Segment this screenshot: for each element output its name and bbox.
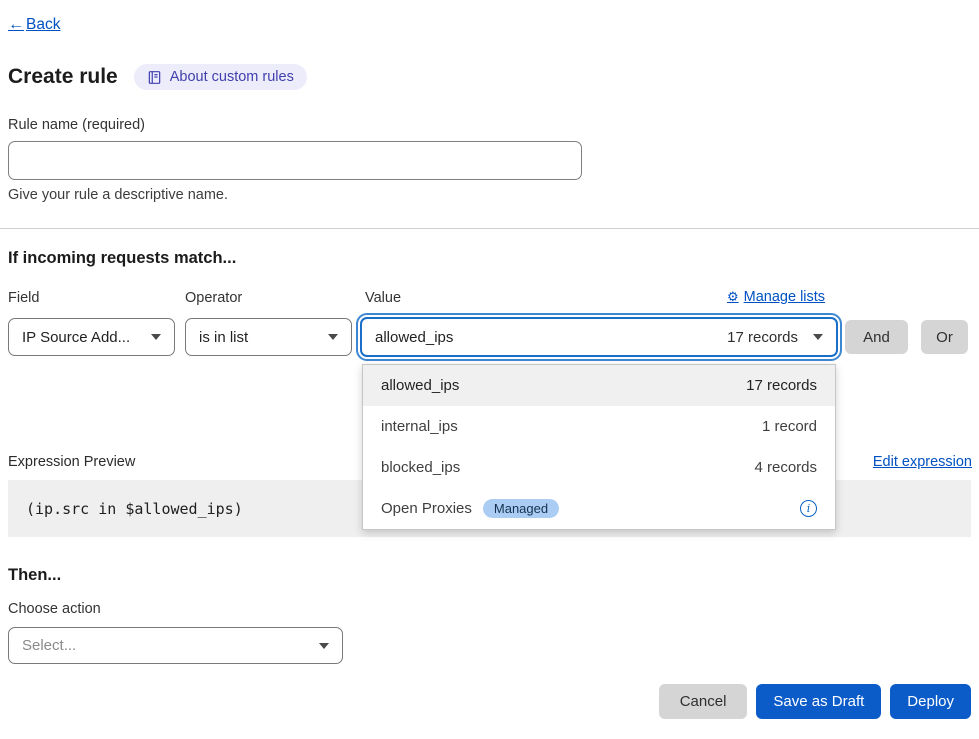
operator-select-value: is in list <box>199 329 248 346</box>
back-link-label: Back <box>26 16 60 34</box>
gear-icon: ⚙ <box>727 289 739 305</box>
and-button[interactable]: And <box>845 320 908 354</box>
list-item-name: internal_ips <box>381 418 458 435</box>
list-item-allowed-ips[interactable]: allowed_ips 17 records <box>363 365 835 406</box>
then-section-heading: Then... <box>8 566 61 585</box>
create-rule-page: ←Back Create rule About custom rules Rul… <box>0 0 979 739</box>
back-arrow-icon: ← <box>8 16 24 34</box>
field-label: Field <box>8 290 39 306</box>
about-custom-rules-link[interactable]: About custom rules <box>134 64 307 90</box>
action-select[interactable]: Select... <box>8 627 343 664</box>
back-link[interactable]: ←Back <box>8 16 60 34</box>
title-row: Create rule About custom rules <box>8 64 307 90</box>
expression-code: (ip.src in $allowed_ips) <box>26 500 243 518</box>
managed-badge: Managed <box>483 499 559 518</box>
list-item-internal-ips[interactable]: internal_ips 1 record <box>363 406 835 447</box>
edit-expression-link[interactable]: Edit expression <box>873 454 972 470</box>
value-select-value: allowed_ips <box>375 329 453 346</box>
about-custom-rules-label: About custom rules <box>170 69 294 85</box>
manage-lists-label: Manage lists <box>744 289 825 305</box>
match-section-heading: If incoming requests match... <box>8 249 236 268</box>
field-select-value: IP Source Add... <box>22 329 130 346</box>
rule-name-help-text: Give your rule a descriptive name. <box>8 187 228 203</box>
list-item-name: blocked_ips <box>381 459 460 476</box>
save-as-draft-button[interactable]: Save as Draft <box>756 684 881 719</box>
action-select-placeholder: Select... <box>22 637 76 654</box>
chevron-down-icon <box>813 334 823 340</box>
operator-label: Operator <box>185 290 242 306</box>
page-title: Create rule <box>8 65 118 89</box>
rule-name-label: Rule name (required) <box>8 117 145 133</box>
value-select-records: 17 records <box>727 329 798 346</box>
list-item-open-proxies[interactable]: Open Proxies Managed i <box>363 488 835 529</box>
chevron-down-icon <box>328 334 338 340</box>
book-icon <box>147 70 162 85</box>
field-select[interactable]: IP Source Add... <box>8 318 175 356</box>
list-item-records: 1 record <box>762 418 817 435</box>
or-button[interactable]: Or <box>921 320 968 354</box>
value-dropdown-menu: allowed_ips 17 records internal_ips 1 re… <box>362 364 836 530</box>
value-select[interactable]: allowed_ips 17 records <box>360 317 838 357</box>
rule-name-input[interactable] <box>8 141 582 180</box>
list-item-records: 17 records <box>746 377 817 394</box>
section-divider <box>0 228 979 229</box>
manage-lists-link[interactable]: ⚙ Manage lists <box>727 289 825 305</box>
operator-select[interactable]: is in list <box>185 318 352 356</box>
value-label: Value <box>365 290 401 306</box>
list-item-blocked-ips[interactable]: blocked_ips 4 records <box>363 447 835 488</box>
expression-preview-label: Expression Preview <box>8 454 135 470</box>
list-item-name: allowed_ips <box>381 377 459 394</box>
list-item-records: 4 records <box>754 459 817 476</box>
chevron-down-icon <box>319 643 329 649</box>
chevron-down-icon <box>151 334 161 340</box>
list-item-name: Open Proxies <box>381 500 472 517</box>
choose-action-label: Choose action <box>8 601 101 617</box>
deploy-button[interactable]: Deploy <box>890 684 971 719</box>
info-icon[interactable]: i <box>800 500 817 517</box>
cancel-button[interactable]: Cancel <box>659 684 748 719</box>
footer-actions: Cancel Save as Draft Deploy <box>0 684 971 719</box>
